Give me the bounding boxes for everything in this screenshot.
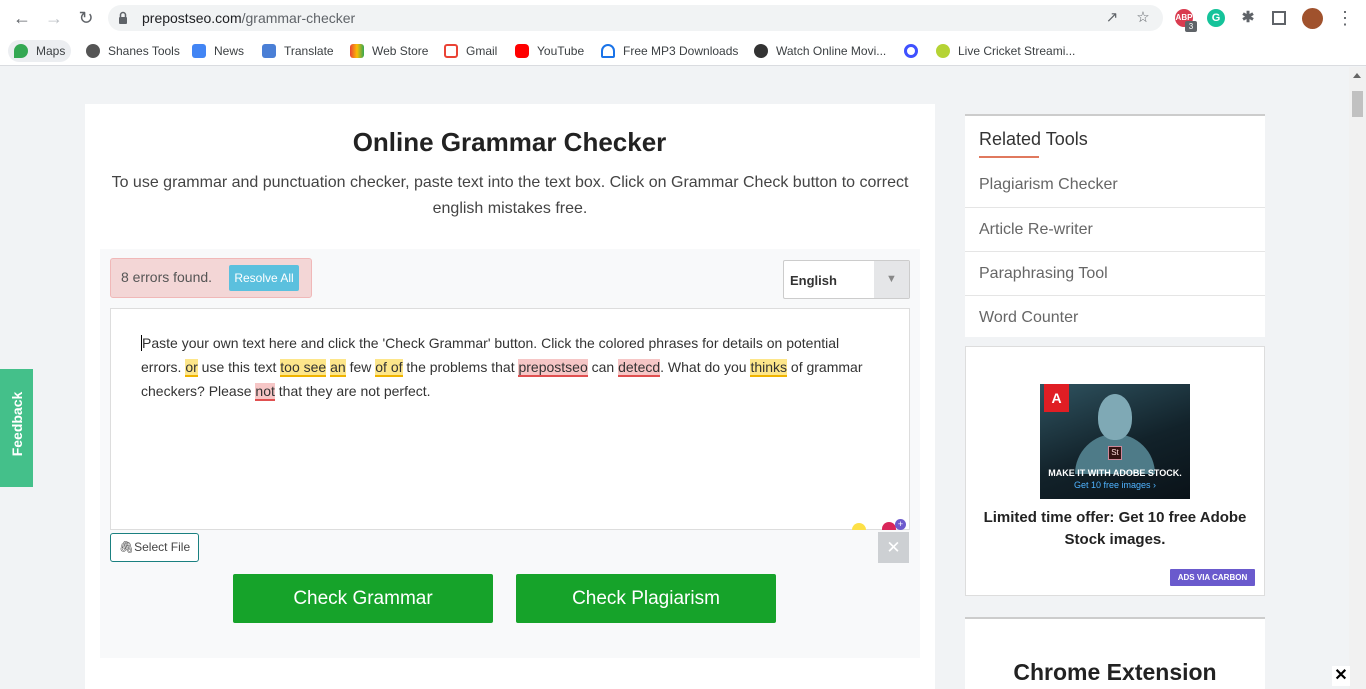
resolve-all-button[interactable]: Resolve All	[229, 265, 299, 291]
address-bar[interactable]: prepostseo.com/grammar-checker ↗ ☆	[108, 5, 1163, 31]
error-highlight[interactable]: thinks	[750, 359, 788, 377]
bookmark-shanes-tools[interactable]: Shanes Tools	[80, 40, 186, 62]
scroll-up-icon[interactable]	[1353, 73, 1361, 78]
error-highlight[interactable]: of of	[375, 359, 403, 377]
gmail-icon	[444, 44, 458, 58]
chrome-extension-panel: Chrome Extension	[965, 617, 1265, 689]
bookmark-q[interactable]	[898, 40, 924, 62]
news-icon	[192, 44, 206, 58]
text-editor[interactable]: Paste your own text here and click the '…	[110, 308, 910, 530]
paperclip-icon: 🖇	[118, 540, 135, 554]
extensions-puzzle-icon[interactable]: ✱	[1239, 9, 1257, 27]
reload-icon[interactable]: ↻	[76, 8, 96, 28]
chrome-extension-title: Chrome Extension	[1013, 659, 1217, 685]
adobe-logo-icon: A	[1044, 384, 1069, 412]
editor-content[interactable]: Paste your own text here and click the '…	[141, 331, 881, 403]
ad-text[interactable]: Limited time offer: Get 10 free Adobe St…	[976, 507, 1254, 551]
headphones-icon	[601, 44, 615, 58]
related-item-plagiarism-checker[interactable]: Plagiarism Checker	[965, 163, 1265, 207]
check-grammar-button[interactable]: Check Grammar	[233, 574, 493, 623]
url-text: prepostseo.com/grammar-checker	[142, 10, 356, 26]
clear-format-icon[interactable]: ✕	[878, 532, 909, 563]
language-value: English	[790, 273, 837, 288]
back-icon[interactable]: ←	[12, 8, 32, 28]
close-icon[interactable]: ✕	[1332, 666, 1350, 686]
q-logo-icon	[904, 44, 918, 58]
feedback-label: Feedback	[9, 391, 25, 457]
errors-summary: 8 errors found. Resolve All	[110, 258, 312, 298]
bookmark-live-cricket[interactable]: Live Cricket Streami...	[930, 40, 1081, 62]
ad-box: A St MAKE IT WITH ADOBE STOCK. Get 10 fr…	[965, 346, 1265, 596]
ball-icon	[936, 44, 950, 58]
error-highlight[interactable]: or	[185, 359, 198, 377]
error-highlight[interactable]: prepostseo	[518, 359, 588, 377]
bookmark-news[interactable]: News	[186, 40, 250, 62]
web-store-icon	[350, 44, 364, 58]
grammarly-extension-icon[interactable]: G	[1207, 9, 1225, 27]
browser-toolbar: ← → ↻ prepostseo.com/grammar-checker ↗ ☆…	[0, 0, 1366, 36]
bookmark-mp3-downloads[interactable]: Free MP3 Downloads	[595, 40, 744, 62]
ad-image[interactable]: A St MAKE IT WITH ADOBE STOCK. Get 10 fr…	[1040, 384, 1190, 499]
page-description: To use grammar and punctuation checker, …	[111, 174, 909, 217]
grammarly-status-icon[interactable]	[852, 523, 866, 530]
bookmarks-bar: Maps Shanes Tools News Translate Web Sto…	[0, 36, 1366, 66]
error-highlight[interactable]: too see	[280, 359, 327, 377]
forward-icon[interactable]: →	[44, 8, 64, 28]
profile-avatar[interactable]	[1302, 8, 1323, 29]
dropdown-arrow-icon: ▼	[874, 261, 909, 298]
bookmark-translate[interactable]: Translate	[256, 40, 340, 62]
language-select[interactable]: English ▼	[783, 260, 910, 299]
film-reel-icon	[754, 44, 768, 58]
translate-icon	[262, 44, 276, 58]
select-file-button[interactable]: 🖇Select File	[110, 533, 199, 562]
scroll-thumb[interactable]	[1352, 91, 1363, 117]
related-item-paraphrasing-tool[interactable]: Paraphrasing Tool	[965, 251, 1265, 295]
related-tools-title: Related Tools	[979, 129, 1088, 149]
error-highlight[interactable]: detecd	[618, 359, 661, 377]
extension-count-badge: 3	[1185, 21, 1197, 32]
globe-icon	[86, 44, 100, 58]
bookmark-web-store[interactable]: Web Store	[344, 40, 434, 62]
related-tools-panel: Related Tools Plagiarism Checker Article…	[965, 114, 1265, 337]
maps-icon	[14, 44, 28, 58]
grammarly-widget-icon[interactable]	[882, 522, 896, 530]
bookmark-watch-movies[interactable]: Watch Online Movi...	[748, 40, 892, 62]
ads-via-carbon-badge[interactable]: ADS VIA CARBON	[1170, 569, 1255, 586]
bookmark-maps[interactable]: Maps	[8, 40, 72, 62]
stock-logo-icon: St	[1108, 446, 1122, 460]
error-highlight[interactable]: not	[255, 383, 275, 401]
page-title: Online Grammar Checker	[352, 127, 667, 157]
share-icon[interactable]: ↗	[1103, 9, 1121, 27]
side-panel-icon[interactable]	[1272, 11, 1286, 25]
error-highlight[interactable]: an	[330, 359, 346, 377]
youtube-icon	[515, 44, 529, 58]
check-plagiarism-button[interactable]: Check Plagiarism	[516, 574, 776, 623]
page-scrollbar[interactable]	[1349, 67, 1366, 689]
ad-image-cta: Get 10 free images ›	[1073, 480, 1157, 490]
plus-icon[interactable]: +	[895, 519, 906, 530]
errors-count: 8 errors found.	[121, 269, 213, 285]
bookmark-youtube[interactable]: YouTube	[509, 40, 590, 62]
bookmark-star-icon[interactable]: ☆	[1134, 9, 1152, 27]
related-item-article-rewriter[interactable]: Article Re-writer	[965, 207, 1265, 251]
bookmark-gmail[interactable]: Gmail	[438, 40, 503, 62]
feedback-tab[interactable]: Feedback	[0, 369, 33, 487]
ad-image-headline: MAKE IT WITH ADOBE STOCK.	[1048, 468, 1182, 478]
ad-face	[1098, 394, 1132, 440]
related-item-word-counter[interactable]: Word Counter	[965, 295, 1265, 339]
menu-kebab-icon[interactable]: ⋮	[1335, 8, 1355, 28]
title-underline	[979, 156, 1039, 158]
lock-icon	[119, 11, 127, 24]
